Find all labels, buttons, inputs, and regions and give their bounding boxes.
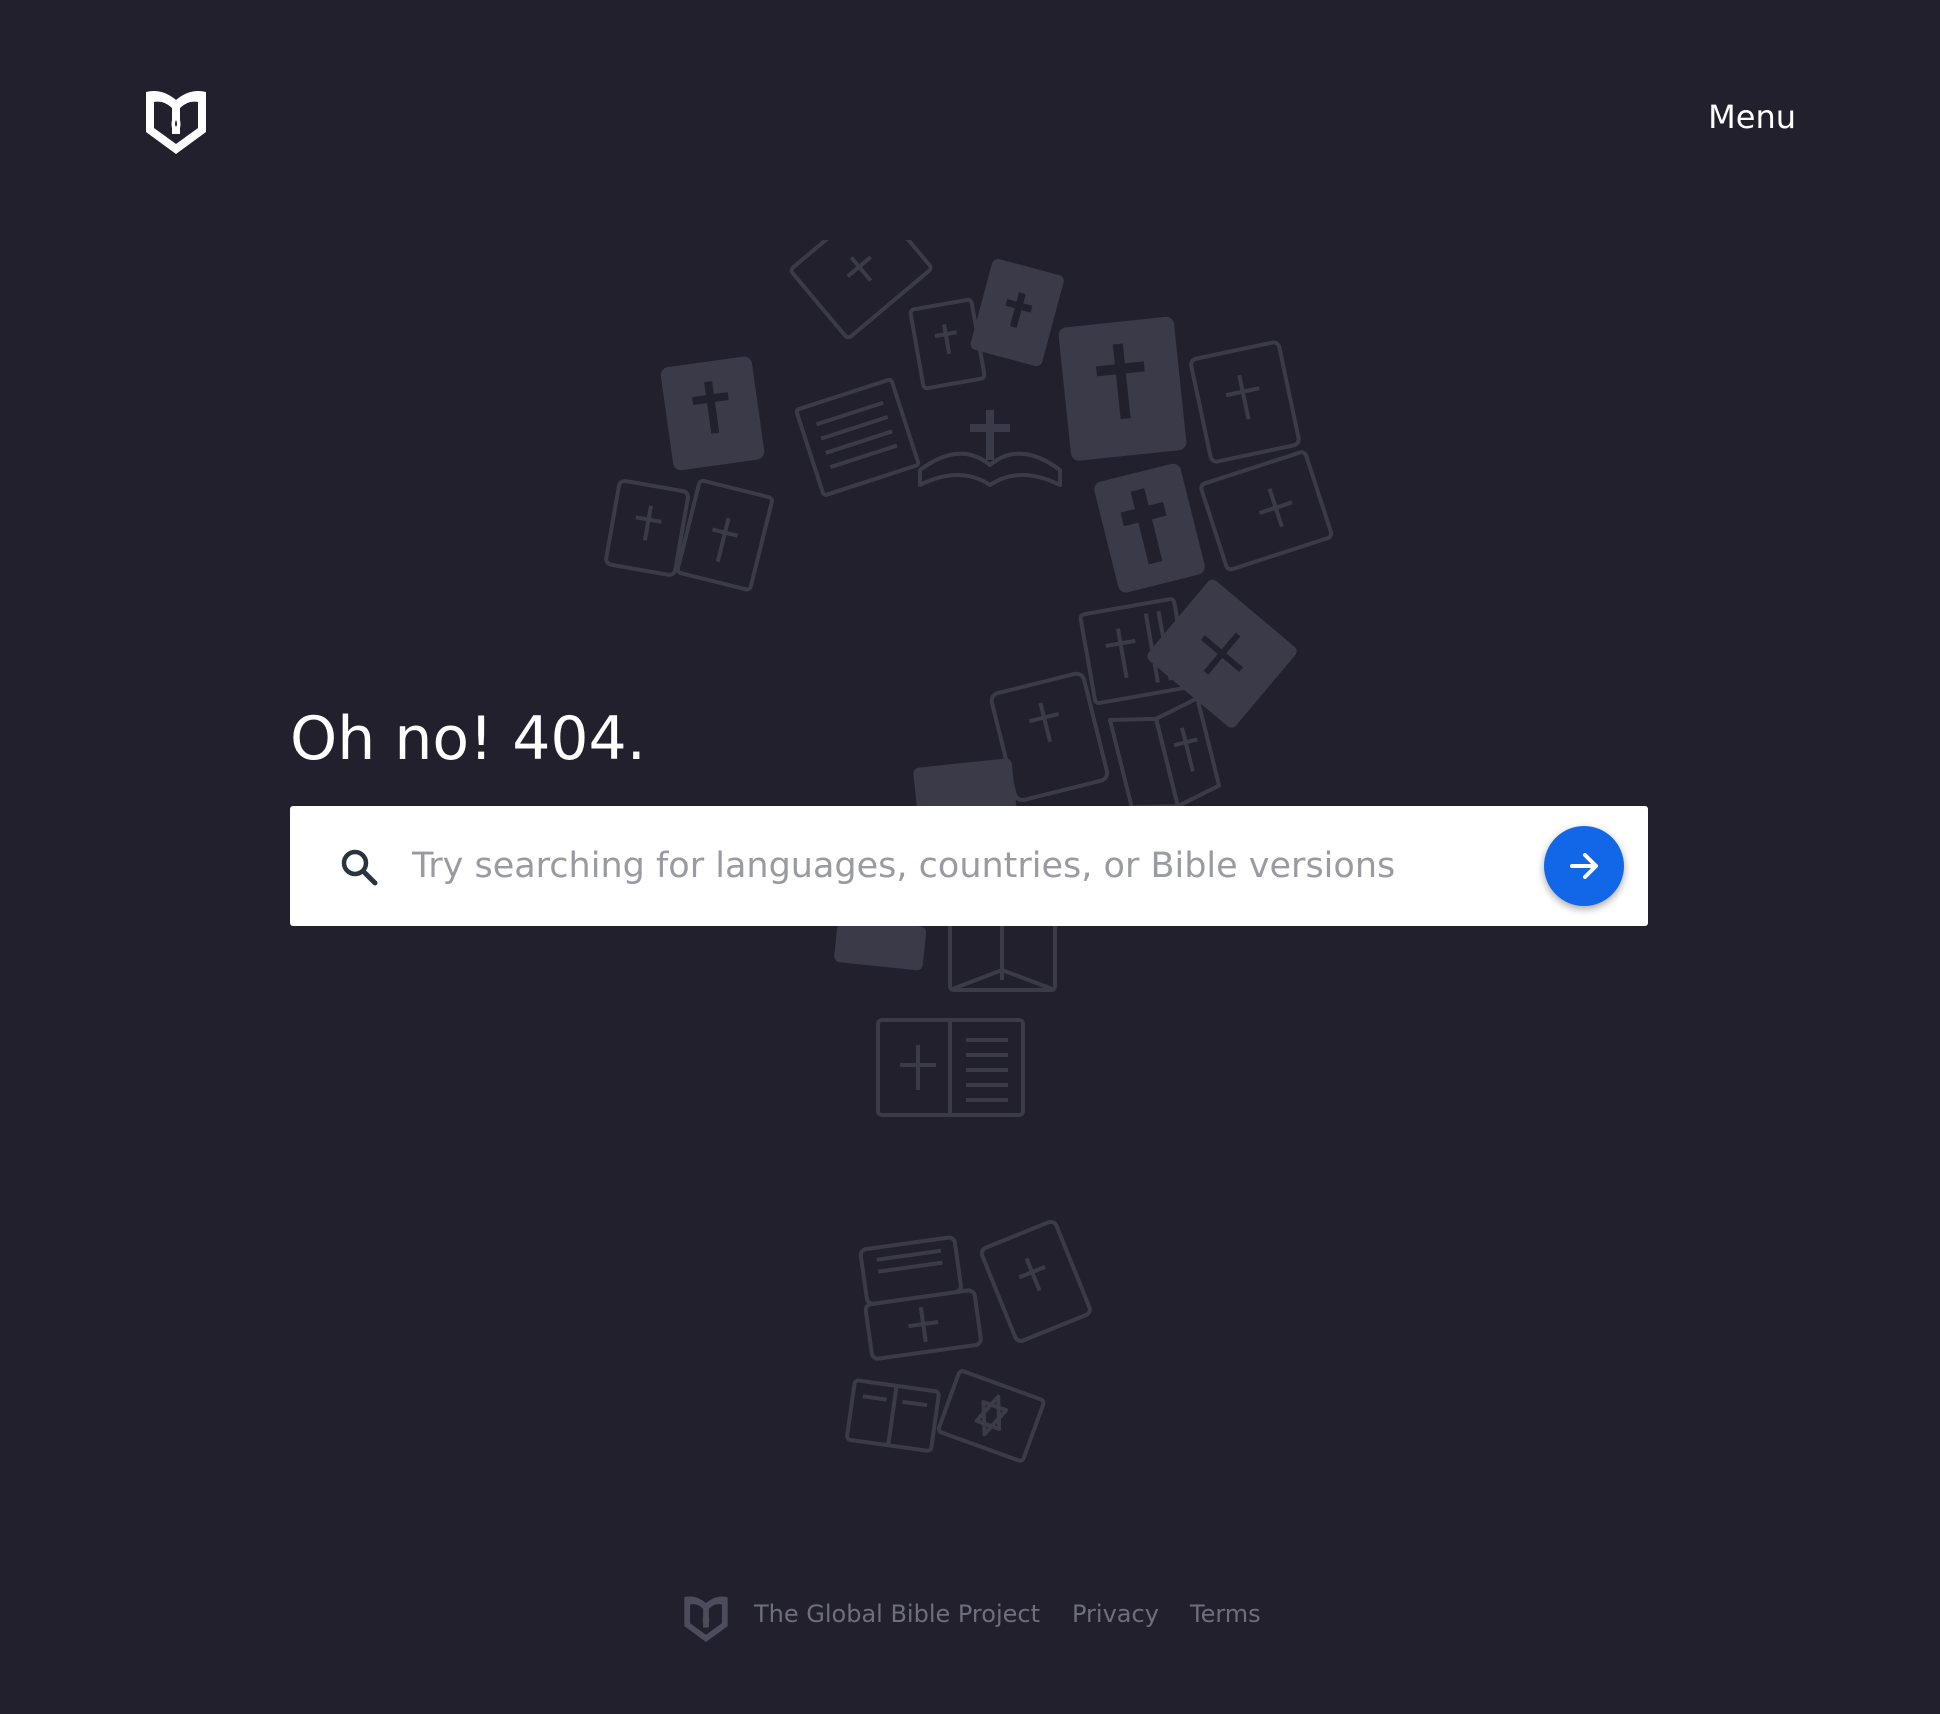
terms-link[interactable]: Terms (1190, 1600, 1261, 1628)
home-logo[interactable] (140, 82, 212, 154)
search-icon (341, 849, 378, 886)
footer: The Global Bible Project Privacy Terms (0, 1586, 1940, 1646)
page: Menu Oh no! 404. Try searching for langu… (0, 0, 1940, 1714)
book-logo-icon (146, 91, 206, 154)
book-logo-icon (684, 1596, 728, 1642)
search-input[interactable] (412, 836, 1512, 896)
page-title: Oh no! 404. (290, 704, 646, 774)
footer-title: The Global Bible Project (754, 1600, 1040, 1628)
search-submit-button[interactable] (1544, 826, 1624, 906)
arrow-right-icon (1570, 853, 1598, 879)
menu-button[interactable]: Menu (1708, 98, 1796, 136)
privacy-link[interactable]: Privacy (1072, 1600, 1159, 1628)
